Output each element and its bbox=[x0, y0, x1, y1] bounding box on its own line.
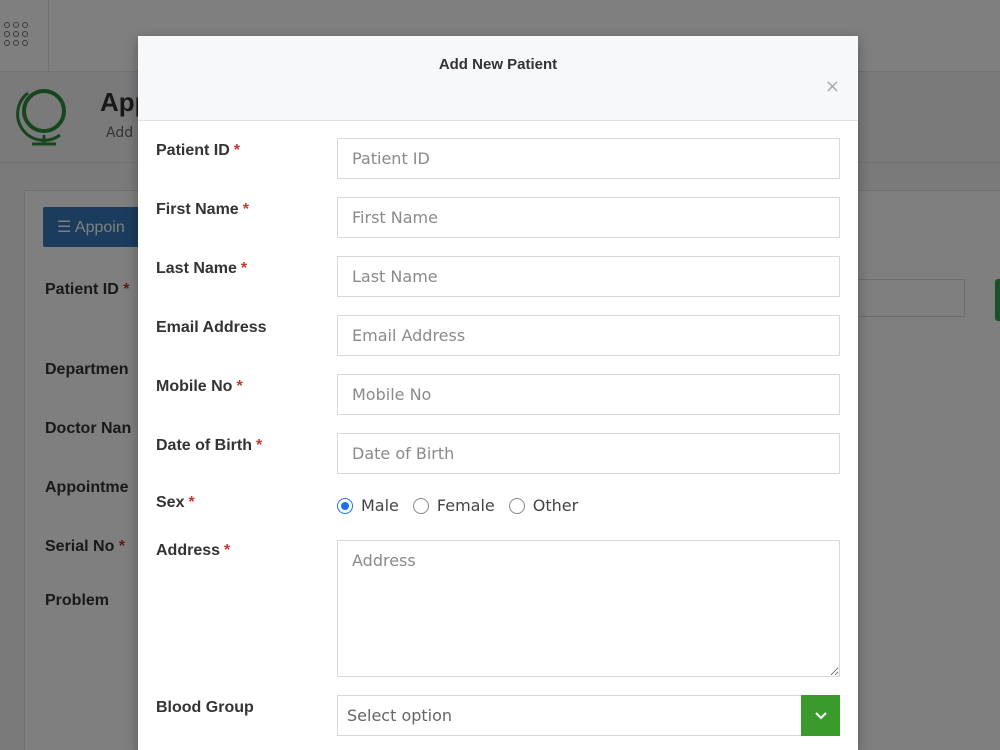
sex-label: Sex * bbox=[156, 494, 195, 512]
sex-option-male[interactable]: Male bbox=[337, 496, 399, 515]
required-mark: * bbox=[242, 201, 249, 218]
dob-label: Date of Birth * bbox=[156, 437, 262, 455]
required-mark: * bbox=[240, 260, 248, 277]
sex-option-other[interactable]: Other bbox=[508, 496, 579, 515]
last-name-input[interactable] bbox=[337, 256, 840, 297]
add-patient-modal: Add New Patient × Patient ID* First Name… bbox=[138, 36, 858, 750]
radio-label: Male bbox=[361, 496, 399, 515]
label-text: Last Name bbox=[156, 260, 237, 277]
radio-unchecked-icon[interactable] bbox=[412, 497, 429, 514]
mobile-label: Mobile No * bbox=[156, 378, 243, 396]
blood-group-select[interactable]: Select option bbox=[337, 695, 840, 736]
email-label: Email Address bbox=[156, 319, 267, 337]
label-text: Date of Birth bbox=[156, 437, 252, 454]
label-text: First Name bbox=[156, 201, 239, 218]
radio-label: Other bbox=[532, 496, 579, 515]
radio-checked-icon[interactable] bbox=[337, 497, 353, 514]
radio-label: Female bbox=[436, 496, 495, 515]
dob-input[interactable] bbox=[337, 433, 840, 474]
email-input[interactable] bbox=[337, 315, 840, 356]
sex-option-female[interactable]: Female bbox=[412, 496, 495, 515]
required-mark: * bbox=[236, 378, 243, 395]
label-text: Blood Group bbox=[156, 699, 254, 716]
mobile-input[interactable] bbox=[337, 374, 840, 415]
first-name-input[interactable] bbox=[337, 197, 840, 238]
modal-title: Add New Patient bbox=[438, 56, 558, 73]
blood-group-label: Blood Group bbox=[156, 699, 254, 717]
close-icon[interactable]: × bbox=[825, 78, 840, 96]
label-text: Mobile No bbox=[156, 378, 233, 395]
last-name-label: Last Name * bbox=[156, 260, 247, 278]
label-text: Email Address bbox=[156, 319, 267, 336]
modal-header: Add New Patient × bbox=[138, 36, 858, 121]
select-placeholder: Select option bbox=[347, 706, 453, 725]
patient-id-label: Patient ID * bbox=[156, 142, 240, 160]
address-label: Address * bbox=[156, 542, 230, 560]
address-textarea[interactable] bbox=[337, 540, 840, 677]
patient-id-input[interactable] bbox=[337, 138, 840, 179]
required-mark: * bbox=[256, 437, 263, 454]
radio-unchecked-icon[interactable] bbox=[508, 497, 525, 514]
sex-radio-group: Male Female Other bbox=[337, 496, 592, 515]
chevron-down-icon[interactable] bbox=[801, 695, 840, 736]
required-mark: * bbox=[188, 494, 195, 511]
required-mark: * bbox=[233, 142, 241, 159]
required-mark: * bbox=[224, 542, 231, 559]
label-text: Patient ID bbox=[156, 142, 230, 159]
label-text: Address bbox=[156, 542, 221, 559]
label-text: Sex bbox=[156, 494, 185, 511]
first-name-label: First Name * bbox=[156, 201, 249, 219]
